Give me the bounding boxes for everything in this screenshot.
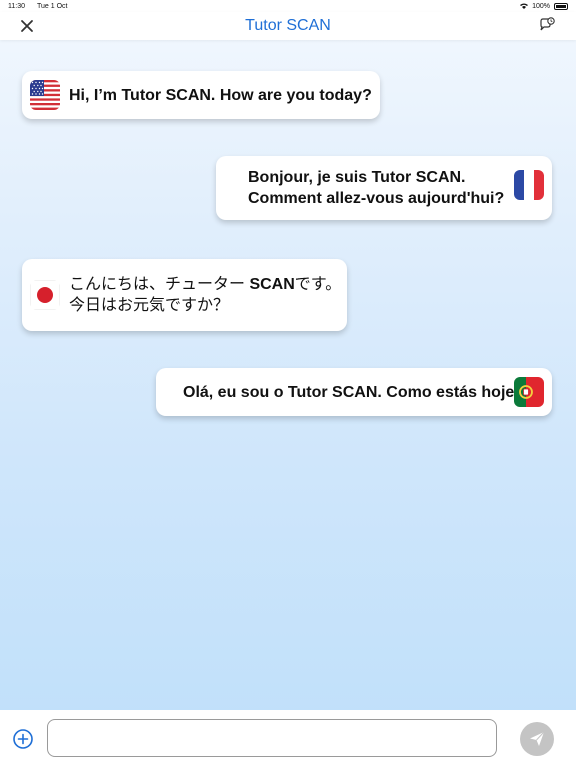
add-icon[interactable] bbox=[12, 728, 34, 750]
message-line: Comment allez-vous aujourd'hui? bbox=[248, 190, 505, 207]
message-bubble-japanese[interactable]: こんにちは、チューター SCANです。 今日はお元気ですか？ bbox=[22, 259, 347, 331]
battery-icon bbox=[554, 2, 568, 10]
portugal-flag-icon bbox=[514, 377, 544, 407]
send-icon bbox=[530, 731, 545, 746]
message-fragment-bold: SCAN bbox=[249, 276, 295, 293]
message-fragment: です。 bbox=[294, 276, 342, 293]
status-right: 100% bbox=[520, 2, 568, 10]
message-input[interactable] bbox=[47, 719, 497, 757]
wifi-icon bbox=[520, 3, 529, 9]
message-bubble-english[interactable]: Hi, I’m Tutor SCAN. How are you today? bbox=[22, 71, 380, 119]
france-flag-icon bbox=[514, 170, 544, 200]
us-flag-icon bbox=[30, 80, 60, 110]
message-bubble-french[interactable]: Bonjour, je suis Tutor SCAN. Comment all… bbox=[216, 156, 552, 220]
message-text: Hi, I’m Tutor SCAN. How are you today? bbox=[69, 86, 372, 104]
send-button[interactable] bbox=[520, 722, 554, 756]
message-line: Bonjour, je suis Tutor SCAN. bbox=[248, 169, 466, 186]
status-date: Tue 1 Oct bbox=[37, 2, 68, 10]
close-icon[interactable] bbox=[18, 17, 36, 35]
message-line: こんにちは、チューター SCANです。 bbox=[69, 274, 341, 295]
message-bubble-portuguese[interactable]: Olá, eu sou o Tutor SCAN. Como estás hoj… bbox=[156, 368, 552, 416]
message-text: こんにちは、チューター SCANです。 今日はお元気ですか？ bbox=[69, 274, 341, 316]
chat-history-icon[interactable] bbox=[538, 16, 556, 34]
message-text: Bonjour, je suis Tutor SCAN. Comment all… bbox=[248, 167, 504, 209]
nav-bar: Tutor SCAN bbox=[0, 12, 576, 40]
battery-percent: 100% bbox=[532, 2, 550, 10]
japan-flag-icon bbox=[30, 280, 60, 310]
composer-bar bbox=[0, 710, 576, 768]
status-bar: 11:30 Tue 1 Oct 100% bbox=[0, 0, 576, 12]
message-line: 今日はお元気ですか？ bbox=[69, 297, 230, 314]
message-text: Olá, eu sou o Tutor SCAN. Como estás hoj… bbox=[183, 383, 525, 401]
status-time: 11:30 bbox=[8, 2, 25, 10]
page-title: Tutor SCAN bbox=[245, 17, 331, 34]
message-fragment: こんにちは、チューター bbox=[69, 276, 250, 293]
